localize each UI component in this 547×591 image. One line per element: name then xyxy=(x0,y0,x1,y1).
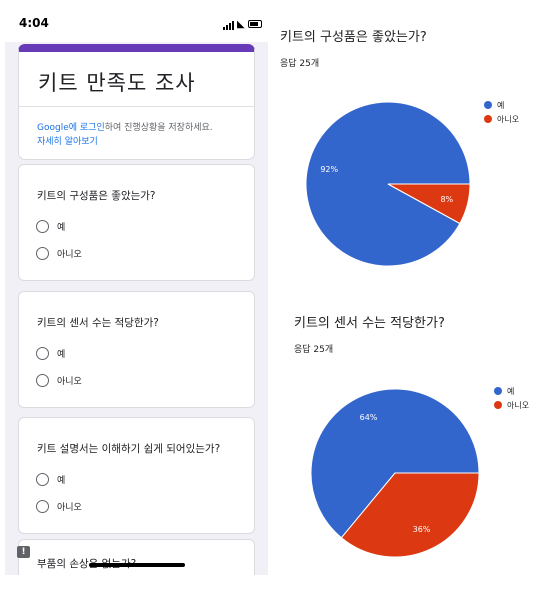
legend-label: 아니오 xyxy=(507,400,530,410)
radio-button[interactable] xyxy=(36,473,49,486)
signin-notice: Google에 로그인하여 진행상황을 저장하세요. xyxy=(37,120,213,133)
wifi-icon: ◣ xyxy=(237,19,245,30)
legend-swatch-no xyxy=(484,115,492,123)
option-label: 예 xyxy=(57,476,66,486)
status-time: 4:04 xyxy=(19,16,49,30)
question-card: 키트의 구성품은 좋았는가? 예 아니오 xyxy=(18,164,255,281)
signal-icon xyxy=(223,21,234,30)
result-title: 키트의 센서 수는 적당한가? xyxy=(294,316,445,331)
battery-icon xyxy=(248,20,262,28)
option-no[interactable]: 아니오 xyxy=(36,500,82,513)
result-section-1: 키트의 구성품은 좋았는가? 응답 25개 예 아니오 92% 8% xyxy=(280,26,545,286)
signin-link[interactable]: Google에 로그인 xyxy=(37,123,105,133)
legend-item-yes: 예 xyxy=(494,384,529,398)
legend-item-no: 아니오 xyxy=(484,112,519,126)
response-count: 응답 25개 xyxy=(280,59,320,69)
result-section-2: 키트의 센서 수는 적당한가? 응답 25개 예 아니오 64% 36% xyxy=(280,312,545,572)
radio-button[interactable] xyxy=(36,220,49,233)
form-header-card: 키트 만족도 조사 Google에 로그인하여 진행상황을 저장하세요. 자세히… xyxy=(18,44,255,160)
option-label: 예 xyxy=(57,350,66,360)
legend-swatch-yes xyxy=(484,101,492,109)
home-indicator xyxy=(89,563,185,567)
response-count: 응답 25개 xyxy=(294,345,334,355)
question-title: 키트의 구성품은 좋았는가? xyxy=(37,190,156,202)
radio-button[interactable] xyxy=(36,374,49,387)
question-title: 키트 설명서는 이해하기 쉽게 되어있는가? xyxy=(37,443,221,455)
pie-label-yes: 92% xyxy=(320,165,338,174)
form-title: 키트 만족도 조사 xyxy=(38,71,196,95)
option-yes[interactable]: 예 xyxy=(36,347,65,360)
option-label: 아니오 xyxy=(57,250,82,260)
pie-label-yes: 64% xyxy=(360,413,378,422)
question-title: 키트의 센서 수는 적당한가? xyxy=(37,317,159,329)
legend-label: 예 xyxy=(497,100,505,110)
radio-button[interactable] xyxy=(36,247,49,260)
option-no[interactable]: 아니오 xyxy=(36,247,82,260)
legend-label: 아니오 xyxy=(497,114,520,124)
chart-legend: 예 아니오 xyxy=(494,384,529,412)
question-card: 키트 설명서는 이해하기 쉽게 되어있는가? 예 아니오 xyxy=(18,417,255,534)
legend-swatch-no xyxy=(494,401,502,409)
legend-item-yes: 예 xyxy=(484,98,519,112)
legend-label: 예 xyxy=(507,386,515,396)
option-label: 아니오 xyxy=(57,503,82,513)
pie-label-no: 8% xyxy=(440,195,453,204)
phone-screen: 4:04 ◣ 키트 만족도 조사 Google에 로그인하여 진행상황을 저장하… xyxy=(5,10,268,575)
option-label: 아니오 xyxy=(57,377,82,387)
feedback-icon[interactable]: ! xyxy=(17,546,30,558)
question-card: 키트의 센서 수는 적당한가? 예 아니오 xyxy=(18,291,255,408)
radio-button[interactable] xyxy=(36,347,49,360)
pie-label-no: 36% xyxy=(413,525,431,534)
pie-chart: 92% 8% xyxy=(305,101,471,267)
chart-legend: 예 아니오 xyxy=(484,98,519,126)
option-yes[interactable]: 예 xyxy=(36,220,65,233)
learn-more-link[interactable]: 자세히 알아보기 xyxy=(37,134,98,147)
question-card: 부품의 손상은 없는가? xyxy=(18,539,255,575)
signin-text: 하여 진행상황을 저장하세요. xyxy=(104,123,213,133)
status-bar: 4:04 ◣ xyxy=(5,10,268,42)
option-label: 예 xyxy=(57,223,66,233)
option-no[interactable]: 아니오 xyxy=(36,374,82,387)
divider xyxy=(19,106,254,107)
pie-chart: 64% 36% xyxy=(310,388,480,558)
legend-item-no: 아니오 xyxy=(494,398,529,412)
result-title: 키트의 구성품은 좋았는가? xyxy=(280,30,427,45)
legend-swatch-yes xyxy=(494,387,502,395)
radio-button[interactable] xyxy=(36,500,49,513)
option-yes[interactable]: 예 xyxy=(36,473,65,486)
